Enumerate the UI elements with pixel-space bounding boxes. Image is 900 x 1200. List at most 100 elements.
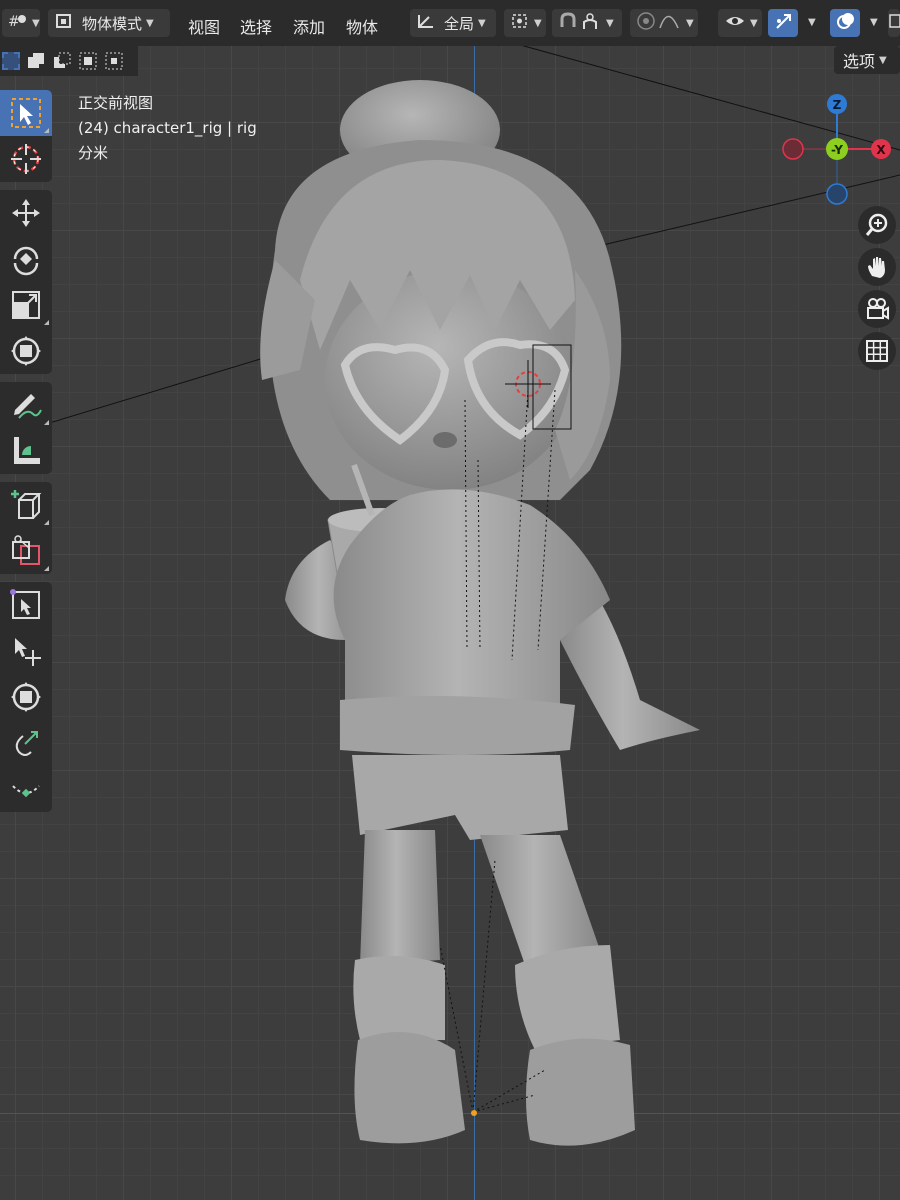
select-box-icon [11, 98, 41, 128]
editor-type-button[interactable]: # ▼ [2, 9, 40, 37]
zoom-button[interactable] [858, 206, 896, 244]
menu-add[interactable]: 添加 [293, 14, 325, 38]
chevron-down-icon: ▼ [32, 17, 40, 29]
bone-tool[interactable] [0, 674, 52, 720]
duplicate-icon [12, 535, 40, 565]
pan-button[interactable] [858, 248, 896, 286]
submenu-indicator [44, 420, 49, 425]
select-box-tool[interactable] [0, 90, 52, 136]
tool-group-add [0, 482, 52, 574]
scale-icon [12, 291, 40, 319]
chevron-down-icon: ▼ [606, 17, 614, 29]
curve-tool[interactable] [0, 766, 52, 812]
snap-target-icon [580, 11, 602, 35]
neg-x-axis-handle[interactable] [782, 138, 804, 160]
select-extend-icon[interactable] [27, 52, 45, 70]
z-axis-label: Z [833, 98, 842, 112]
orientation-dropdown[interactable]: 全局 ▼ [410, 9, 496, 37]
bend-tool[interactable] [0, 720, 52, 766]
pivot-icon [510, 12, 530, 34]
editor-type-icon: # [8, 13, 28, 33]
neg-z-axis-handle[interactable] [826, 183, 848, 205]
zoom-icon [865, 213, 888, 236]
shading-icon [888, 12, 900, 34]
gizmo-toggle[interactable] [768, 9, 798, 37]
select-new-icon[interactable] [2, 52, 20, 70]
camera-button[interactable] [858, 290, 896, 328]
cursor-tool[interactable] [0, 136, 52, 182]
bend-icon [15, 731, 38, 756]
snap-icon [558, 11, 580, 35]
shading-button[interactable] [888, 9, 900, 37]
chevron-down-icon: ▼ [686, 17, 694, 29]
snap-group[interactable]: ▼ [552, 9, 622, 37]
rotate-icon [13, 246, 39, 276]
submenu-indicator [44, 520, 49, 525]
submenu-indicator [44, 128, 49, 133]
bone-icon [11, 682, 41, 712]
select-invert-icon[interactable] [79, 52, 97, 70]
units-label: 分米 [78, 144, 109, 162]
move-select-tool[interactable] [0, 628, 52, 674]
overlays-toggle[interactable] [830, 9, 860, 37]
eye-icon [724, 12, 746, 34]
camera-icon [867, 298, 889, 320]
proportional-edit-icon [636, 11, 658, 35]
chevron-down-icon[interactable]: ▼ [870, 17, 878, 28]
object-info: (24) character1_rig | rig [78, 119, 257, 137]
add-cube-tool[interactable] [0, 482, 52, 528]
annotate-tool[interactable] [0, 382, 52, 428]
hand-pan-icon [868, 257, 885, 278]
grid-icon [866, 340, 888, 362]
annotate-icon [14, 394, 42, 419]
submenu-indicator [44, 320, 49, 325]
tool-group-select [0, 90, 52, 182]
pivot-dropdown[interactable]: ▼ [504, 9, 546, 37]
select-subtract-icon[interactable] [53, 52, 71, 70]
transform-icon [11, 336, 41, 366]
tool-group-transform [0, 190, 52, 374]
svg-text:#: # [8, 14, 20, 29]
proportional-edit-group[interactable]: ▼ [630, 9, 698, 37]
menu-view[interactable]: 视图 [188, 14, 220, 38]
submenu-indicator [44, 566, 49, 571]
menu-object[interactable]: 物体 [346, 14, 378, 38]
gizmo-icon [774, 11, 794, 35]
curve-icon [12, 785, 40, 798]
object-mode-icon [54, 12, 74, 34]
select-intersect-icon[interactable] [105, 52, 123, 70]
orientation-icon [416, 12, 436, 34]
move-icon [12, 199, 40, 227]
chevron-down-icon[interactable]: ▼ [808, 17, 816, 28]
grid-toggle-button[interactable] [858, 332, 896, 370]
measure-tool[interactable] [0, 428, 52, 474]
move-tool[interactable] [0, 190, 52, 236]
chevron-down-icon: ▼ [750, 17, 758, 29]
mode-label: 物体模式 [82, 14, 143, 33]
character-model[interactable] [0, 0, 900, 1200]
y-axis-label: -Y [831, 143, 843, 157]
options-label: 选项 [843, 52, 876, 71]
transform-tool[interactable] [0, 328, 52, 374]
x-axis-label: X [876, 143, 886, 157]
rotate-tool[interactable] [0, 236, 52, 282]
visibility-dropdown[interactable]: ▼ [718, 9, 762, 37]
tool-group-annotate [0, 382, 52, 474]
menu-select[interactable]: 选择 [240, 14, 272, 38]
orientation-label: 全局 [444, 14, 475, 33]
transform-pivot-tool[interactable] [0, 582, 52, 628]
navigation-gizmo[interactable]: Z X -Y [775, 90, 900, 210]
falloff-curve-icon [658, 11, 682, 35]
duplicate-tool[interactable] [0, 528, 52, 574]
cursor-icon [11, 144, 41, 174]
scale-tool[interactable] [0, 282, 52, 328]
selection-mode-strip [0, 46, 138, 76]
measure-icon [14, 437, 40, 464]
chevron-down-icon: ▼ [534, 17, 542, 29]
mode-dropdown[interactable]: 物体模式 ▼ [48, 9, 170, 37]
add-cube-icon [11, 490, 42, 519]
tool-group-rig [0, 582, 52, 812]
transform-pivot-icon [10, 589, 40, 619]
options-dropdown[interactable]: 选项 ▼ [834, 46, 900, 74]
3d-viewport[interactable] [0, 0, 900, 1200]
